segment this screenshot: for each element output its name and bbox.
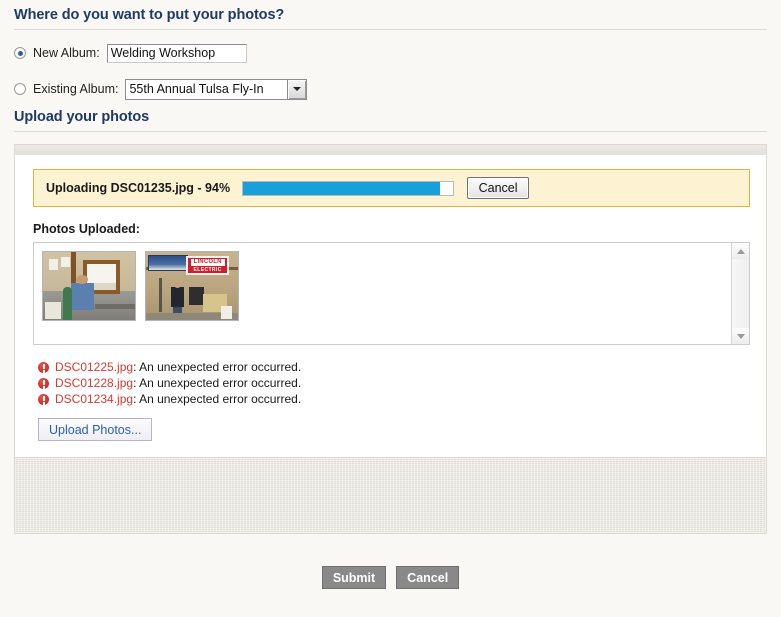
submit-button[interactable]: Submit <box>321 566 387 589</box>
upload-photos-button[interactable]: Upload Photos... <box>38 418 153 441</box>
photo2-lincoln-electric-sign: LINCOLN ELECTRIC <box>186 256 229 276</box>
photos-scrollbar[interactable] <box>731 243 749 344</box>
error-icon <box>38 377 49 389</box>
existing-album-selected-value: 55th Annual Tulsa Fly-In <box>129 81 264 96</box>
error-message: : An unexpected error occurred. <box>133 376 302 390</box>
error-message: : An unexpected error occurred. <box>133 392 302 406</box>
photo1-paper-b <box>61 257 70 267</box>
photo1-box <box>44 302 62 319</box>
uploading-status-bar: Uploading DSC01235.jpg - 94% Cancel <box>33 169 750 207</box>
upload-progress-fill <box>243 181 441 195</box>
error-file-name: DSC01228.jpg <box>55 376 134 390</box>
photo2-person-head <box>173 281 181 289</box>
list-item: DSC01234.jpg : An unexpected error occur… <box>38 391 750 407</box>
list-item: DSC01228.jpg : An unexpected error occur… <box>38 375 750 391</box>
panel-top-band <box>15 145 766 155</box>
error-file-name: DSC01234.jpg <box>55 392 134 406</box>
thumbnail-strip: LINCOLN ELECTRIC <box>34 243 731 344</box>
error-file-name: DSC01225.jpg <box>55 360 134 374</box>
list-item: DSC01225.jpg : An unexpected error occur… <box>38 359 750 375</box>
cancel-upload-button[interactable]: Cancel <box>467 177 530 199</box>
page-title: Where do you want to put your photos? <box>14 7 285 23</box>
photo2-post <box>158 277 162 312</box>
new-album-label: New Album: <box>33 46 100 60</box>
cancel-button[interactable]: Cancel <box>396 566 460 589</box>
photo1-paper-a <box>48 258 58 270</box>
divider-upload <box>14 131 767 132</box>
error-icon <box>38 393 49 405</box>
photo2-machine <box>189 287 204 306</box>
thumbnail-dsc01232[interactable]: LINCOLN ELECTRIC <box>145 251 239 321</box>
upload-panel: Uploading DSC01235.jpg - 94% Cancel Phot… <box>14 144 767 458</box>
new-album-row[interactable]: New Album: <box>14 40 781 66</box>
photo2-jug <box>221 306 233 319</box>
radio-new-album[interactable] <box>14 47 26 59</box>
new-album-input[interactable] <box>106 43 247 63</box>
photo1-person-body <box>70 282 94 310</box>
photos-uploaded-label: Photos Uploaded: <box>33 222 140 236</box>
thumbnail-dsc01231[interactable] <box>42 251 136 321</box>
album-chooser: New Album: Existing Album: 55th Annual T… <box>0 30 781 102</box>
photo1-bench <box>94 303 135 310</box>
triangle-down-icon[interactable] <box>732 328 749 344</box>
photo1-gas-tank <box>63 287 72 320</box>
upload-panel-body: Uploading DSC01235.jpg - 94% Cancel Phot… <box>15 155 766 457</box>
photo2-banner <box>147 254 189 272</box>
existing-album-label: Existing Album: <box>33 82 119 96</box>
upload-section-title: Upload your photos <box>14 109 150 125</box>
upload-error-list: DSC01225.jpg : An unexpected error occur… <box>33 359 750 407</box>
triangle-up-icon[interactable] <box>732 243 749 259</box>
uploading-status-text: Uploading DSC01235.jpg - 94% <box>46 181 231 195</box>
photo2-person-body <box>170 286 184 308</box>
photos-uploaded-list: LINCOLN ELECTRIC <box>33 242 750 345</box>
existing-album-select[interactable]: 55th Annual Tulsa Fly-In <box>125 78 308 100</box>
radio-existing-album[interactable] <box>14 83 26 95</box>
error-message: : An unexpected error occurred. <box>133 360 302 374</box>
chevron-down-icon[interactable] <box>287 79 307 99</box>
photo1-person-head <box>76 275 89 284</box>
upload-progress-bar <box>242 180 455 196</box>
error-icon <box>38 361 49 373</box>
panel-texture-footer <box>14 458 767 534</box>
form-actions: Submit Cancel <box>0 566 781 589</box>
existing-album-row[interactable]: Existing Album: 55th Annual Tulsa Fly-In <box>14 76 781 102</box>
